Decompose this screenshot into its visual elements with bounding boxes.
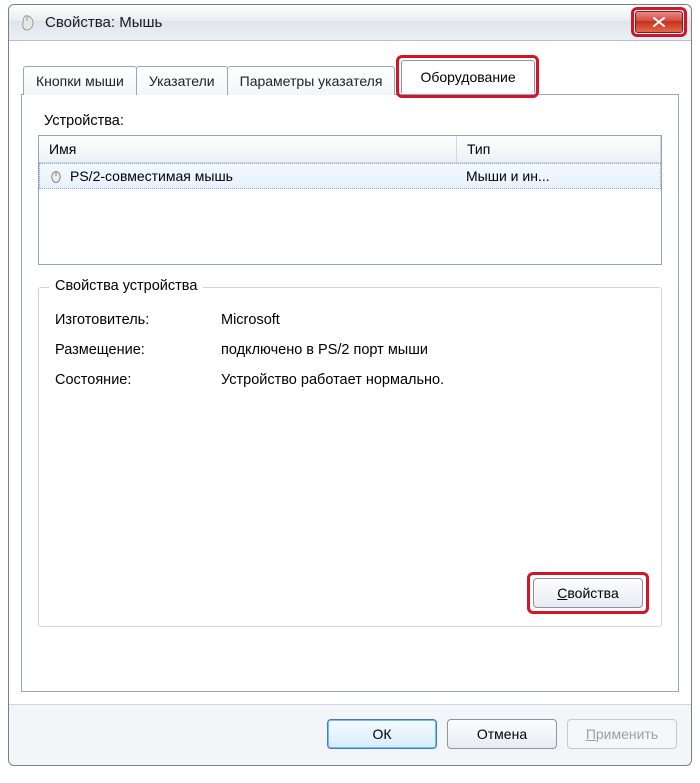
device-row-name-cell: PS/2-совместимая мышь xyxy=(40,168,458,184)
mouse-properties-window: Свойства: Мышь Кнопки мыши Указатели Пар… xyxy=(8,4,692,766)
dialog-footer: ОК Отмена Применить xyxy=(9,704,691,765)
device-mouse-icon xyxy=(48,168,64,184)
manufacturer-value: Microsoft xyxy=(221,312,645,328)
group-title: Свойства устройства xyxy=(49,278,203,294)
tab-buttons[interactable]: Кнопки мыши xyxy=(23,66,137,95)
mouse-icon xyxy=(19,14,37,32)
column-header-type[interactable]: Тип xyxy=(457,136,661,162)
ok-button[interactable]: ОК xyxy=(327,719,437,749)
devices-listview[interactable]: Имя Тип PS/2-совместимая мышь Мыши и и xyxy=(38,135,662,265)
status-label: Состояние: xyxy=(55,372,221,388)
apply-button[interactable]: Применить xyxy=(567,719,677,749)
tabstrip: Кнопки мыши Указатели Параметры указател… xyxy=(21,55,679,94)
column-header-name[interactable]: Имя xyxy=(39,136,457,162)
manufacturer-label: Изготовитель: xyxy=(55,312,221,328)
location-value: подключено в PS/2 порт мыши xyxy=(221,342,645,358)
close-highlight xyxy=(631,7,687,37)
tab-hardware[interactable]: Оборудование xyxy=(401,60,534,93)
location-label: Размещение: xyxy=(55,342,221,358)
tab-pointers[interactable]: Указатели xyxy=(136,66,228,95)
device-properties-group: Свойства устройства Изготовитель: Micros… xyxy=(38,287,662,627)
properties-button[interactable]: Свойства xyxy=(533,578,643,608)
titlebar[interactable]: Свойства: Мышь xyxy=(9,5,691,41)
device-row-type: Мыши и ин... xyxy=(458,168,660,184)
device-row-name: PS/2-совместимая мышь xyxy=(70,168,233,184)
status-value: Устройство работает нормально. xyxy=(221,372,645,388)
window-title: Свойства: Мышь xyxy=(45,14,631,31)
close-button[interactable] xyxy=(635,11,683,33)
tab-pointer-options[interactable]: Параметры указателя xyxy=(227,66,396,95)
cancel-button[interactable]: Отмена xyxy=(447,719,557,749)
tab-panel-hardware: Устройства: Имя Тип PS/2-совмест xyxy=(21,94,679,692)
devices-label: Устройства: xyxy=(44,113,662,129)
hardware-tab-highlight: Оборудование xyxy=(396,55,538,98)
listview-header: Имя Тип xyxy=(39,136,661,163)
properties-button-highlight: Свойства xyxy=(527,572,649,614)
device-row[interactable]: PS/2-совместимая мышь Мыши и ин... xyxy=(39,163,661,189)
dialog-content: Кнопки мыши Указатели Параметры указател… xyxy=(9,41,691,704)
